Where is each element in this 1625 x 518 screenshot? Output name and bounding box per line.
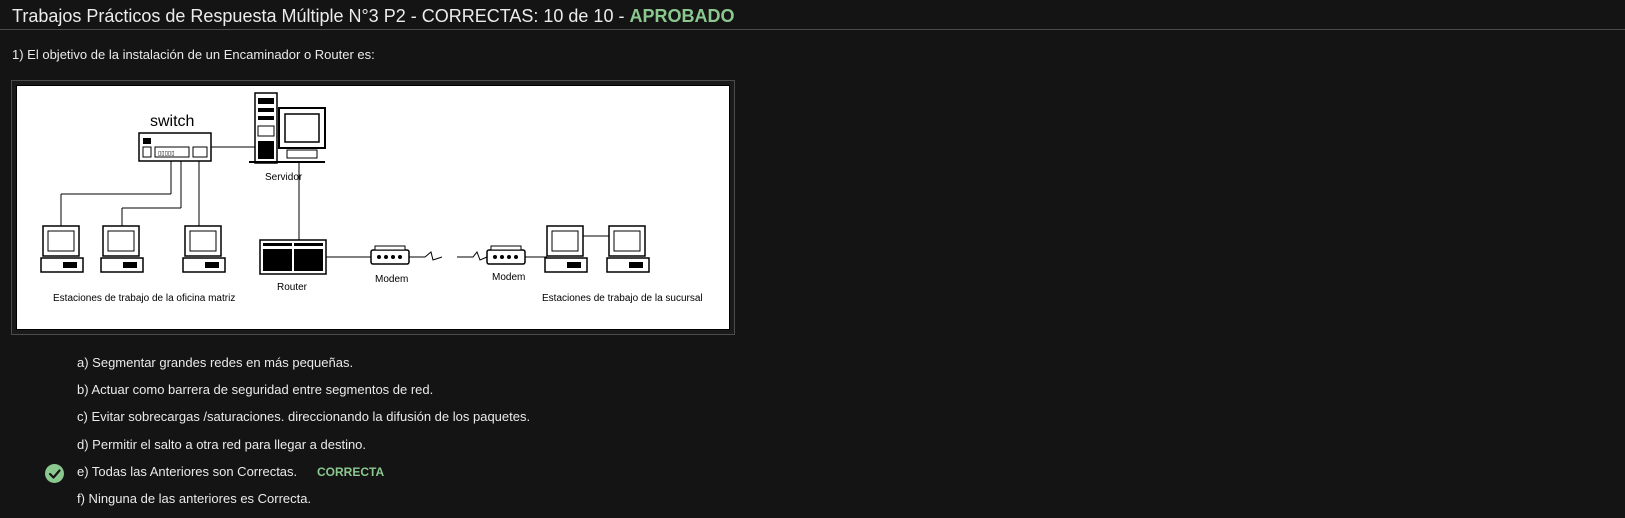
svg-text:▯▯▯▯▯: ▯▯▯▯▯ <box>158 151 175 157</box>
workstation-icon <box>544 225 588 273</box>
modem-left-label: Modem <box>375 274 408 285</box>
servidor-label: Servidor <box>265 172 303 183</box>
router-label: Router <box>277 282 308 293</box>
title-text: Trabajos Prácticos de Respuesta Múltiple… <box>12 6 630 26</box>
question-text: 1) El objetivo de la instalación de un E… <box>12 47 375 62</box>
network-diagram: ▯▯▯▯▯ switch Servidor Estaciones de trab… <box>16 85 730 330</box>
option-e: e) Todas las Anteriores son Correctas. <box>77 464 298 479</box>
quiz-result-page: Trabajos Prácticos de Respuesta Múltiple… <box>0 0 1625 518</box>
workstation-icon <box>606 225 650 273</box>
option-a: a) Segmentar grandes redes en más pequeñ… <box>77 355 354 370</box>
switch-device: ▯▯▯▯▯ <box>138 132 212 162</box>
workstation-icon <box>40 225 84 273</box>
server-device <box>249 92 326 164</box>
option-b: b) Actuar como barrera de seguridad entr… <box>77 382 434 397</box>
question-image-frame: ▯▯▯▯▯ switch Servidor Estaciones de trab… <box>11 80 735 335</box>
router-device <box>259 239 327 275</box>
correct-badge: CORRECTA <box>317 465 385 479</box>
page-title: Trabajos Prácticos de Respuesta Múltiple… <box>12 4 734 28</box>
option-d: d) Permitir el salto a otra red para lle… <box>77 437 367 452</box>
modem-device <box>486 245 526 265</box>
header-divider <box>0 29 1625 30</box>
modem-device <box>370 245 410 265</box>
workstation-icon <box>182 225 226 273</box>
option-f: f) Ninguna de las anteriores es Correcta… <box>77 491 312 506</box>
check-circle-icon <box>45 464 64 483</box>
status-badge: APROBADO <box>629 6 735 26</box>
switch-label: switch <box>150 113 194 130</box>
workstation-icon <box>100 225 144 273</box>
estaciones-matriz-label: Estaciones de trabajo de la oficina matr… <box>53 293 235 304</box>
option-c: c) Evitar sobrecargas /saturaciones. dir… <box>77 409 531 424</box>
estaciones-sucursal-label: Estaciones de trabajo de la sucursal <box>542 293 703 304</box>
modem-right-label: Modem <box>492 272 525 283</box>
